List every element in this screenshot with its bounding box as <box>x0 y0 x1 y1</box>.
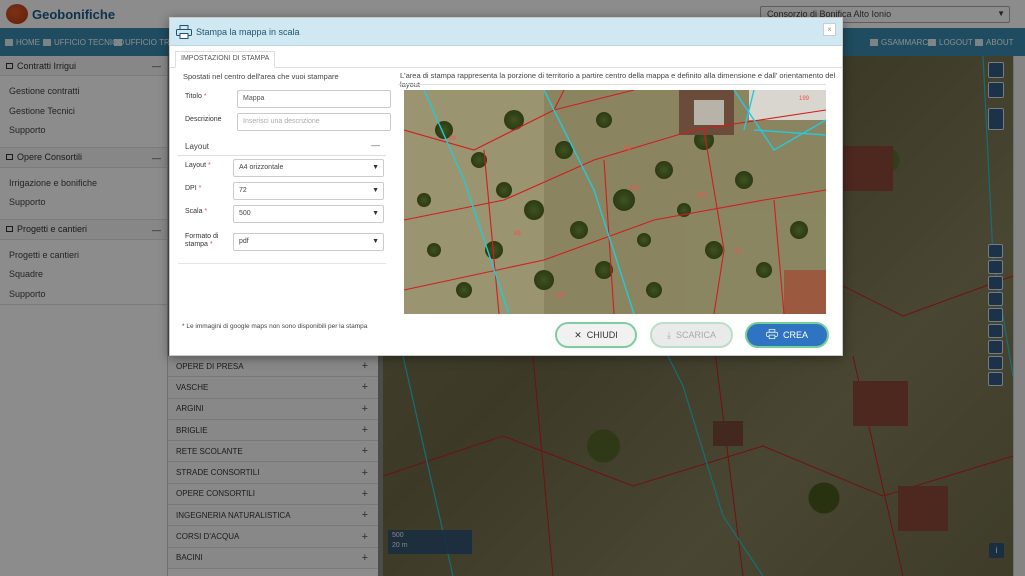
create-button[interactable]: CREA <box>745 322 829 348</box>
formato-row: Formato di stampa * pdf ▼ <box>178 233 394 251</box>
layout-section-title: Layout <box>185 142 210 151</box>
close-icon[interactable]: × <box>823 23 836 36</box>
parcel-label: 90 <box>734 249 741 255</box>
dpi-row: DPI * 72 ▼ <box>178 182 394 200</box>
printer-icon <box>766 329 778 341</box>
formato-label: Formato di stampa * <box>185 233 219 248</box>
chevron-down-icon: ▼ <box>372 238 379 245</box>
printer-icon <box>176 24 192 39</box>
preview-map-svg: 29 88 89 222 261 90 126 199 <box>404 90 826 314</box>
chevron-down-icon: ▼ <box>372 187 379 194</box>
download-button-label: SCARICA <box>675 330 716 340</box>
parcel-label: 88 <box>624 146 631 152</box>
scala-select-value: 500 <box>239 210 251 217</box>
descrizione-input[interactable]: Inserisci una descrizione <box>237 113 391 131</box>
download-icon: ⤓ <box>667 329 671 340</box>
parcel-label: 89 <box>514 231 521 237</box>
parcel-label: 29 <box>449 136 456 142</box>
formato-select-value: pdf <box>239 238 249 245</box>
divider <box>178 263 386 264</box>
scala-label: Scala * <box>185 208 208 215</box>
dpi-label: DPI * <box>185 185 202 192</box>
download-button[interactable]: ⤓ SCARICA <box>650 322 733 348</box>
descrizione-row: Descrizione Inserisci una descrizione <box>178 113 394 131</box>
close-button-label: CHIUDI <box>586 330 618 340</box>
preview-description: L'area di stampa rappresenta la porzione… <box>400 71 836 89</box>
titolo-row: Titolo * Mappa <box>178 90 394 108</box>
dpi-select-value: 72 <box>239 187 247 194</box>
parcel-label: 261 <box>697 193 708 199</box>
print-dialog-title: Stampa la mappa in scala <box>196 26 300 37</box>
titolo-input[interactable]: Mappa <box>237 90 391 108</box>
divider <box>398 84 826 85</box>
chevron-down-icon: ▼ <box>372 210 379 217</box>
scala-select[interactable]: 500 ▼ <box>233 205 384 223</box>
print-preview-map[interactable]: 29 88 89 222 261 90 126 199 <box>404 90 826 314</box>
print-dialog-tabs: IMPOSTAZIONI DI STAMPA <box>170 46 842 68</box>
layout-section-header[interactable]: Layout — <box>178 140 386 156</box>
print-dialog-header: Stampa la mappa in scala × <box>170 18 842 46</box>
titolo-label: Titolo * <box>185 93 207 100</box>
print-footnote: * Le immagini di google maps non sono di… <box>182 323 368 330</box>
create-button-label: CREA <box>782 330 808 340</box>
chevron-down-icon: ▼ <box>372 164 379 171</box>
close-button[interactable]: ✕ CHIUDI <box>555 322 637 348</box>
layout-select-value: A4 orizzontale <box>239 164 284 171</box>
page: Geobonifiche Consorzio di Bonifica Alto … <box>0 0 1025 576</box>
dpi-select[interactable]: 72 ▼ <box>233 182 384 200</box>
layout-label: Layout * <box>185 162 211 169</box>
formato-select[interactable]: pdf ▼ <box>233 233 384 251</box>
close-icon: ✕ <box>574 329 582 340</box>
layout-select[interactable]: A4 orizzontale ▼ <box>233 159 384 177</box>
print-dialog: Stampa la mappa in scala × IMPOSTAZIONI … <box>169 17 843 356</box>
layout-row: Layout * A4 orizzontale ▼ <box>178 159 394 177</box>
tab-impostazioni-stampa[interactable]: IMPOSTAZIONI DI STAMPA <box>175 51 276 68</box>
scala-row: Scala * 500 ▼ <box>178 205 394 223</box>
collapse-icon[interactable]: — <box>371 140 380 150</box>
parcel-label: 222 <box>629 186 640 192</box>
descrizione-label: Descrizione <box>185 116 222 123</box>
parcel-label: 126 <box>554 293 565 299</box>
parcel-label: 199 <box>799 96 810 102</box>
print-hint: Spostati nel centro dell'area che vuoi s… <box>183 72 339 81</box>
